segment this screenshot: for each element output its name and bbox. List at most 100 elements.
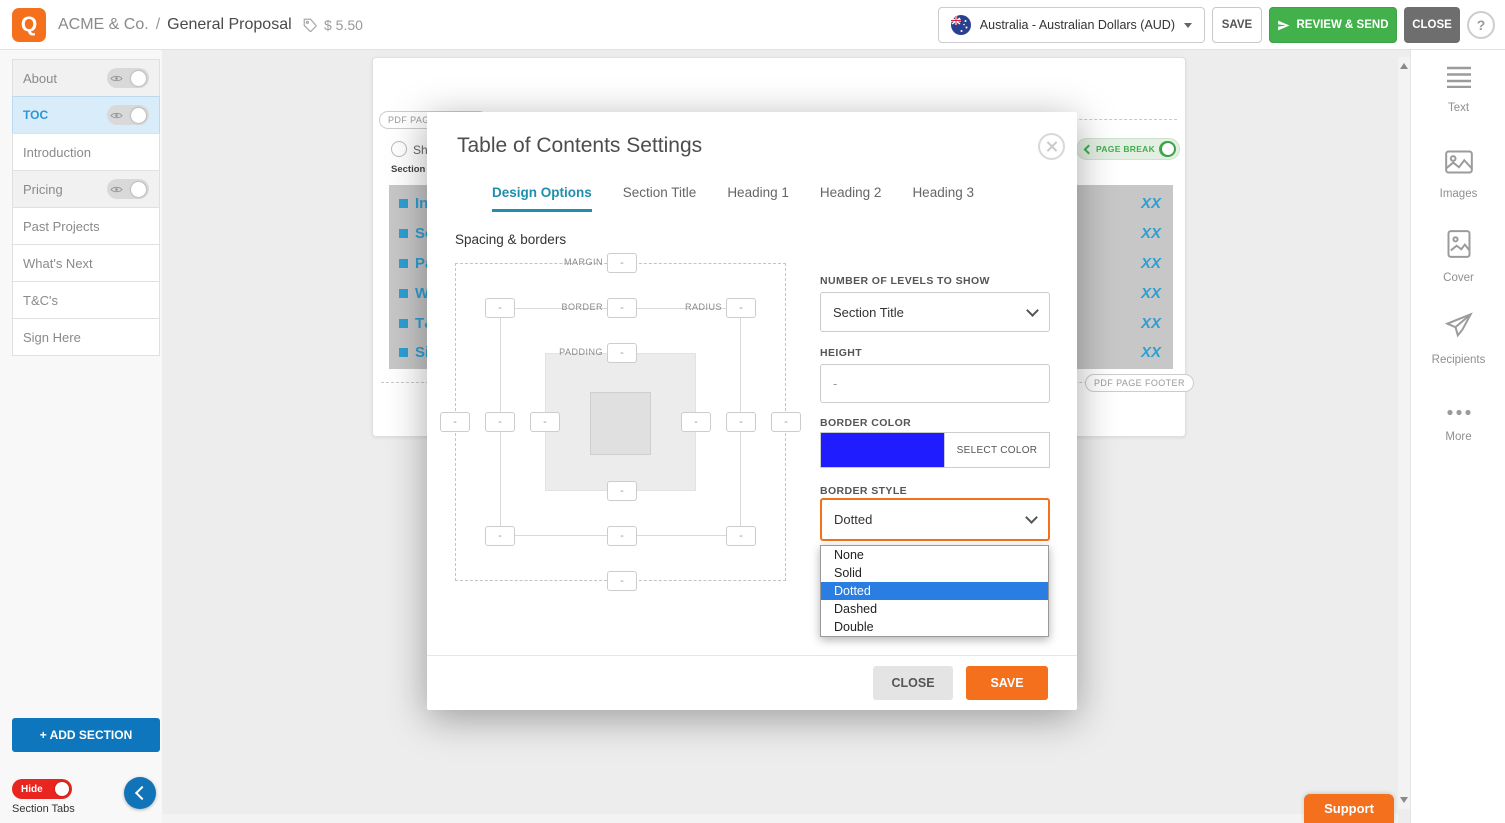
border-top-input[interactable]: [607, 298, 637, 318]
send-icon: [1277, 19, 1290, 32]
border-style-value: Dotted: [834, 512, 872, 527]
horizontal-scrollbar[interactable]: [0, 814, 1398, 823]
scroll-up-icon[interactable]: [1400, 63, 1408, 69]
visibility-toggle[interactable]: [107, 179, 149, 199]
border-color-label: BORDER COLOR: [820, 417, 911, 429]
sidebar-item-whats-next[interactable]: What's Next: [12, 244, 160, 282]
toc-page-number: XX: [1141, 344, 1161, 361]
padding-top-input[interactable]: [607, 343, 637, 363]
toolbar-item-text[interactable]: Text: [1411, 66, 1505, 114]
save-button[interactable]: SAVE: [1212, 7, 1262, 43]
page-break-toggle[interactable]: [1159, 141, 1176, 157]
cover-page-icon: [1447, 230, 1471, 258]
toolbar-item-label: Cover: [1411, 272, 1505, 284]
pdf-page-footer-pill: PDF PAGE FOOTER: [1085, 374, 1194, 392]
show-toggle[interactable]: [391, 141, 407, 157]
sidebar-item-sign-here[interactable]: Sign Here: [12, 318, 160, 356]
hide-section-tabs-toggle[interactable]: Hide: [12, 779, 72, 799]
margin-top-input[interactable]: [607, 253, 637, 273]
support-button[interactable]: Support: [1304, 794, 1394, 823]
option-dashed[interactable]: Dashed: [821, 600, 1048, 618]
toolbar-item-label: Recipients: [1411, 354, 1505, 366]
chevron-left-icon: [135, 786, 149, 800]
tab-design-options[interactable]: Design Options: [492, 185, 592, 212]
levels-select[interactable]: Section Title: [820, 292, 1050, 332]
sidebar-item-past-projects[interactable]: Past Projects: [12, 207, 160, 245]
border-bottom-left-input[interactable]: [485, 526, 515, 546]
box-model-diagram: MARGIN BORDER RADIUS PADDING: [455, 263, 786, 581]
border-top-left-input[interactable]: [485, 298, 515, 318]
review-and-send-button[interactable]: REVIEW & SEND: [1269, 7, 1397, 43]
padding-label: PADDING: [515, 347, 603, 357]
spacing-borders-heading: Spacing & borders: [455, 232, 566, 247]
margin-bottom-input[interactable]: [607, 571, 637, 591]
toolbar-item-images[interactable]: Images: [1411, 150, 1505, 200]
vertical-scrollbar[interactable]: [1398, 57, 1410, 809]
toolbar-item-cover[interactable]: Cover: [1411, 230, 1505, 284]
sidebar-item-pricing[interactable]: Pricing: [12, 170, 160, 208]
levels-select-value: Section Title: [833, 305, 904, 320]
eye-icon: [110, 111, 123, 120]
toolbar-item-recipients[interactable]: Recipients: [1411, 312, 1505, 366]
modal-close-button[interactable]: CLOSE: [873, 666, 953, 700]
text-lines-icon: [1445, 66, 1473, 88]
margin-right-input[interactable]: [771, 412, 801, 432]
chevron-down-icon: [1025, 511, 1038, 524]
toc-settings-modal: Table of Contents Settings Design Option…: [427, 112, 1077, 710]
option-none[interactable]: None: [821, 546, 1048, 564]
add-section-button[interactable]: + ADD SECTION: [12, 718, 160, 752]
visibility-toggle[interactable]: [107, 105, 149, 125]
sidebar-item-tcs[interactable]: T&C's: [12, 281, 160, 319]
select-color-button[interactable]: SELECT COLOR: [945, 432, 1050, 468]
tab-section-title[interactable]: Section Title: [623, 185, 697, 212]
bullet-icon: [399, 259, 408, 268]
currency-selector[interactable]: Australia - Australian Dollars (AUD): [938, 7, 1205, 43]
eye-icon: [110, 185, 123, 194]
modal-tabs: Design Options Section Title Heading 1 H…: [492, 185, 974, 212]
tab-heading-1[interactable]: Heading 1: [727, 185, 789, 212]
tab-heading-3[interactable]: Heading 3: [912, 185, 974, 212]
bullet-icon: [399, 289, 408, 298]
border-style-select[interactable]: Dotted: [820, 498, 1050, 541]
app-logo[interactable]: Q: [12, 8, 46, 42]
radius-input[interactable]: [726, 298, 756, 318]
toc-page-number: XX: [1141, 255, 1161, 272]
option-dotted[interactable]: Dotted: [821, 582, 1048, 600]
padding-bottom-input[interactable]: [607, 481, 637, 501]
help-button[interactable]: ?: [1467, 11, 1495, 39]
sidebar-item-toc[interactable]: TOC: [12, 96, 160, 134]
border-color-swatch[interactable]: [820, 432, 945, 468]
chevron-down-icon: [1026, 304, 1039, 317]
padding-right-input[interactable]: [681, 412, 711, 432]
option-double[interactable]: Double: [821, 618, 1048, 636]
border-right-input[interactable]: [726, 412, 756, 432]
app-screen: Q ACME & Co. / General Proposal $ 5.50 A…: [0, 0, 1505, 823]
sidebar-item-label: What's Next: [23, 256, 93, 271]
visibility-toggle[interactable]: [107, 68, 149, 88]
sidebar-item-about[interactable]: About: [12, 59, 160, 97]
breadcrumb-separator: /: [156, 16, 160, 34]
option-solid[interactable]: Solid: [821, 564, 1048, 582]
chevron-down-icon: [1184, 23, 1192, 28]
collapse-sidebar-button[interactable]: [124, 777, 156, 809]
toolbar-item-more[interactable]: More: [1411, 404, 1505, 443]
modal-save-button[interactable]: SAVE: [966, 666, 1048, 700]
tag-icon: [303, 18, 318, 33]
scroll-down-icon[interactable]: [1400, 797, 1408, 803]
sidebar-item-introduction[interactable]: Introduction: [12, 133, 160, 171]
modal-close-icon[interactable]: [1038, 133, 1065, 160]
height-input[interactable]: [820, 364, 1050, 403]
toggle-knob: [1162, 143, 1174, 155]
hide-label: Hide: [21, 784, 43, 795]
border-bottom-right-input[interactable]: [726, 526, 756, 546]
toolbar-item-label: Text: [1411, 102, 1505, 114]
tab-heading-2[interactable]: Heading 2: [820, 185, 882, 212]
border-bottom-input[interactable]: [607, 526, 637, 546]
margin-left-input[interactable]: [440, 412, 470, 432]
padding-left-input[interactable]: [530, 412, 560, 432]
page-break-control[interactable]: PAGE BREAK: [1076, 138, 1180, 160]
close-button[interactable]: CLOSE: [1404, 7, 1460, 43]
image-icon: [1445, 150, 1473, 174]
border-left-input[interactable]: [485, 412, 515, 432]
section-list: About TOC Introduction Pricing: [12, 60, 160, 356]
